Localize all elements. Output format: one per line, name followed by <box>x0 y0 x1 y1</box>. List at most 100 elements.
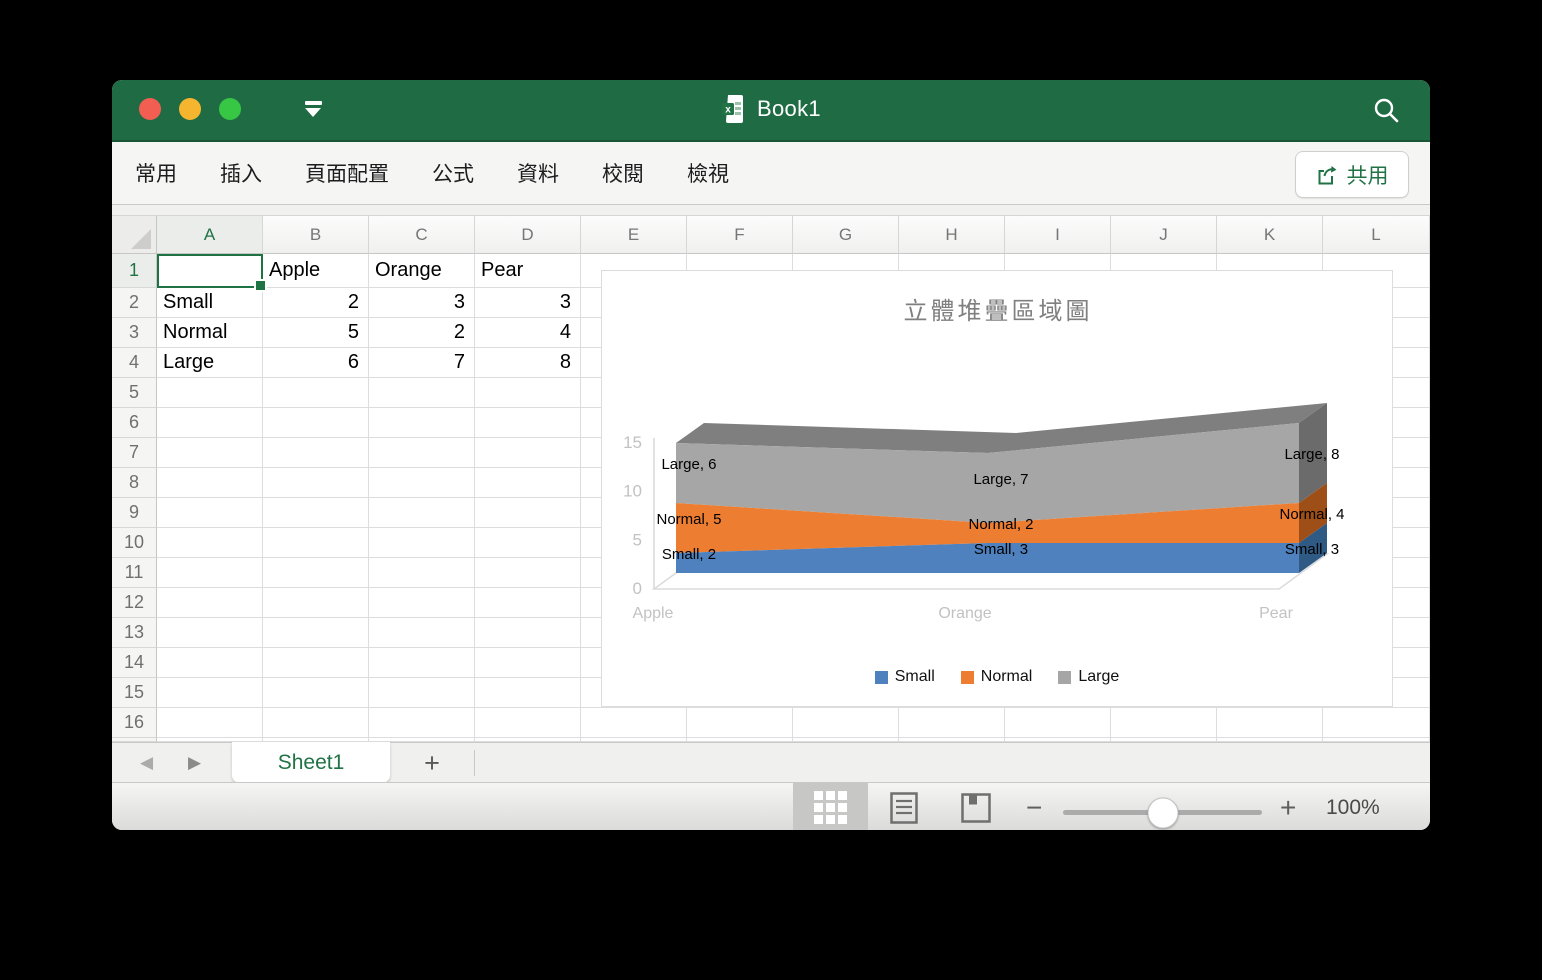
row-header-9[interactable]: 9 <box>112 498 157 528</box>
cell-A3[interactable]: Normal <box>157 318 263 348</box>
cell-A8[interactable] <box>157 468 263 498</box>
row-header-10[interactable]: 10 <box>112 528 157 558</box>
cell-B8[interactable] <box>263 468 369 498</box>
cell-B16[interactable] <box>263 708 369 738</box>
cell-C3[interactable]: 2 <box>369 318 475 348</box>
column-header-E[interactable]: E <box>581 216 687 254</box>
cell-D9[interactable] <box>475 498 581 528</box>
cell-C8[interactable] <box>369 468 475 498</box>
normal-view-button[interactable] <box>793 783 868 830</box>
cell-C11[interactable] <box>369 558 475 588</box>
cell-D6[interactable] <box>475 408 581 438</box>
cell-A1[interactable] <box>157 254 263 288</box>
row-header-8[interactable]: 8 <box>112 468 157 498</box>
row-header-4[interactable]: 4 <box>112 348 157 378</box>
cell-I16[interactable] <box>1005 708 1111 738</box>
chart-object[interactable]: 0 5 10 15 Small, 2 Small, 3 Small, 3 Normal, 5 N… <box>601 270 1393 707</box>
share-button[interactable]: 共用 <box>1295 151 1409 198</box>
column-header-D[interactable]: D <box>475 216 581 254</box>
column-header-G[interactable]: G <box>793 216 899 254</box>
sheet-nav-left-icon[interactable]: ◀ <box>140 743 153 783</box>
cell-J16[interactable] <box>1111 708 1217 738</box>
cell-H16[interactable] <box>899 708 1005 738</box>
zoom-slider-thumb[interactable] <box>1147 797 1178 828</box>
cell-B2[interactable]: 2 <box>263 288 369 318</box>
cell-G16[interactable] <box>793 708 899 738</box>
zoom-in-button[interactable]: + <box>1280 783 1296 830</box>
cell-F16[interactable] <box>687 708 793 738</box>
cell-A7[interactable] <box>157 438 263 468</box>
cell-B13[interactable] <box>263 618 369 648</box>
cell-D3[interactable]: 4 <box>475 318 581 348</box>
cell-B9[interactable] <box>263 498 369 528</box>
cell-D2[interactable]: 3 <box>475 288 581 318</box>
cell-B14[interactable] <box>263 648 369 678</box>
cell-D15[interactable] <box>475 678 581 708</box>
zoom-slider[interactable] <box>1063 797 1262 828</box>
row-header-7[interactable]: 7 <box>112 438 157 468</box>
cell-C7[interactable] <box>369 438 475 468</box>
cell-K16[interactable] <box>1217 708 1323 738</box>
tab-formulas[interactable]: 公式 <box>432 158 474 188</box>
column-header-B[interactable]: B <box>263 216 369 254</box>
tab-insert[interactable]: 插入 <box>220 158 262 188</box>
row-header-14[interactable]: 14 <box>112 648 157 678</box>
column-header-C[interactable]: C <box>369 216 475 254</box>
select-all-corner[interactable] <box>112 216 157 254</box>
cell-B11[interactable] <box>263 558 369 588</box>
search-icon[interactable] <box>1372 96 1400 124</box>
page-layout-view-button[interactable] <box>868 783 940 830</box>
cell-A15[interactable] <box>157 678 263 708</box>
cell-B1[interactable]: Apple <box>263 254 369 288</box>
tab-review[interactable]: 校閱 <box>602 158 644 188</box>
add-sheet-button[interactable]: + <box>412 743 452 783</box>
cell-C9[interactable] <box>369 498 475 528</box>
column-header-I[interactable]: I <box>1005 216 1111 254</box>
cell-B12[interactable] <box>263 588 369 618</box>
row-header-15[interactable]: 15 <box>112 678 157 708</box>
column-header-K[interactable]: K <box>1217 216 1323 254</box>
cell-B7[interactable] <box>263 438 369 468</box>
cell-A12[interactable] <box>157 588 263 618</box>
cell-B15[interactable] <box>263 678 369 708</box>
cell-C1[interactable]: Orange <box>369 254 475 288</box>
row-header-16[interactable]: 16 <box>112 708 157 738</box>
tab-home[interactable]: 常用 <box>135 158 177 188</box>
cell-C16[interactable] <box>369 708 475 738</box>
cell-A5[interactable] <box>157 378 263 408</box>
cell-D4[interactable]: 8 <box>475 348 581 378</box>
row-header-1[interactable]: 1 <box>112 254 157 288</box>
cell-A14[interactable] <box>157 648 263 678</box>
page-break-view-button[interactable] <box>940 783 1012 830</box>
row-header-11[interactable]: 11 <box>112 558 157 588</box>
cell-D5[interactable] <box>475 378 581 408</box>
cell-C15[interactable] <box>369 678 475 708</box>
sheet-tab-sheet1[interactable]: Sheet1 <box>232 742 390 783</box>
cell-D13[interactable] <box>475 618 581 648</box>
row-header-2[interactable]: 2 <box>112 288 157 318</box>
cell-A16[interactable] <box>157 708 263 738</box>
column-header-J[interactable]: J <box>1111 216 1217 254</box>
cell-C4[interactable]: 7 <box>369 348 475 378</box>
cell-A10[interactable] <box>157 528 263 558</box>
cell-C13[interactable] <box>369 618 475 648</box>
cell-B6[interactable] <box>263 408 369 438</box>
cell-D10[interactable] <box>475 528 581 558</box>
cell-A6[interactable] <box>157 408 263 438</box>
column-header-A[interactable]: A <box>157 216 263 254</box>
cell-C12[interactable] <box>369 588 475 618</box>
tab-page-layout[interactable]: 頁面配置 <box>305 158 389 188</box>
cell-D12[interactable] <box>475 588 581 618</box>
row-header-6[interactable]: 6 <box>112 408 157 438</box>
cell-A4[interactable]: Large <box>157 348 263 378</box>
cell-A9[interactable] <box>157 498 263 528</box>
column-header-F[interactable]: F <box>687 216 793 254</box>
tab-data[interactable]: 資料 <box>517 158 559 188</box>
cell-C6[interactable] <box>369 408 475 438</box>
row-header-13[interactable]: 13 <box>112 618 157 648</box>
cell-D7[interactable] <box>475 438 581 468</box>
sheet-nav-right-icon[interactable]: ▶ <box>188 743 201 783</box>
column-header-H[interactable]: H <box>899 216 1005 254</box>
cell-D11[interactable] <box>475 558 581 588</box>
cell-A13[interactable] <box>157 618 263 648</box>
